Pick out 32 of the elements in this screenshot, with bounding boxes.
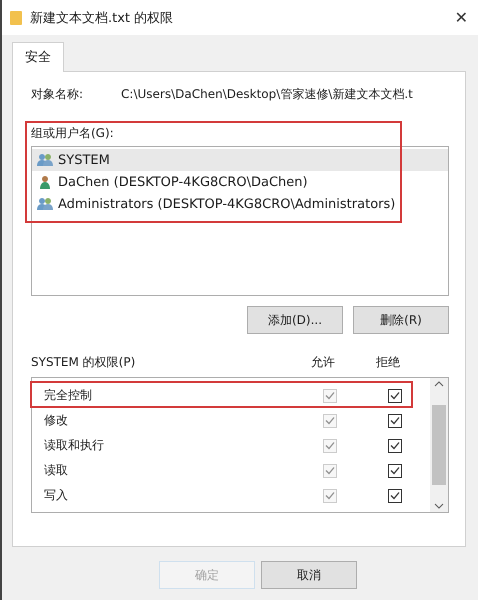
user-list-item[interactable]: Administrators (DESKTOP-4KG8CRO\Administrators) — [32, 193, 448, 215]
dialog-button[interactable]: 取消 — [261, 561, 357, 589]
permission-name: 写入 — [44, 487, 69, 504]
permissions-label: SYSTEM 的权限(P) — [31, 354, 136, 371]
user-list-item[interactable]: SYSTEM — [32, 149, 448, 171]
column-header: 允许 — [311, 354, 335, 371]
permission-name: 修改 — [44, 412, 69, 429]
object-path: C:\Users\DaChen\Desktop\管家速修\新建文本文档.t — [121, 86, 413, 103]
checkbox[interactable] — [388, 488, 402, 502]
column-header: 拒绝 — [376, 354, 400, 371]
close-button[interactable]: ✕ — [454, 8, 468, 27]
folder-icon — [10, 10, 22, 26]
tab[interactable]: 安全 — [12, 42, 64, 72]
group-action-button[interactable]: 删除(R) — [353, 306, 449, 334]
scroll-down-icon[interactable] — [434, 503, 444, 509]
permission-name: 读取和执行 — [44, 437, 105, 454]
user-list-item[interactable]: DaChen (DESKTOP-4KG8CRO\DaChen) — [32, 171, 448, 193]
users-icon — [37, 197, 54, 211]
scrollbar-thumb[interactable] — [432, 405, 446, 485]
checkbox[interactable] — [388, 464, 402, 478]
window-title: 新建文本文档.txt 的权限 — [30, 10, 174, 26]
group-list-label: 组或用户名(G): — [31, 126, 114, 140]
checkbox[interactable] — [388, 388, 402, 402]
scroll-up-icon[interactable] — [434, 381, 444, 387]
checkbox[interactable] — [388, 438, 402, 452]
permission-name: 读取 — [44, 462, 69, 479]
scrollbar[interactable] — [430, 378, 448, 512]
object-name-label: 对象名称: — [31, 86, 84, 103]
group-action-button[interactable]: 添加(D)... — [247, 306, 343, 334]
users-icon — [37, 153, 54, 167]
permission-name: 完全控制 — [44, 387, 93, 404]
checkbox[interactable] — [388, 414, 402, 428]
